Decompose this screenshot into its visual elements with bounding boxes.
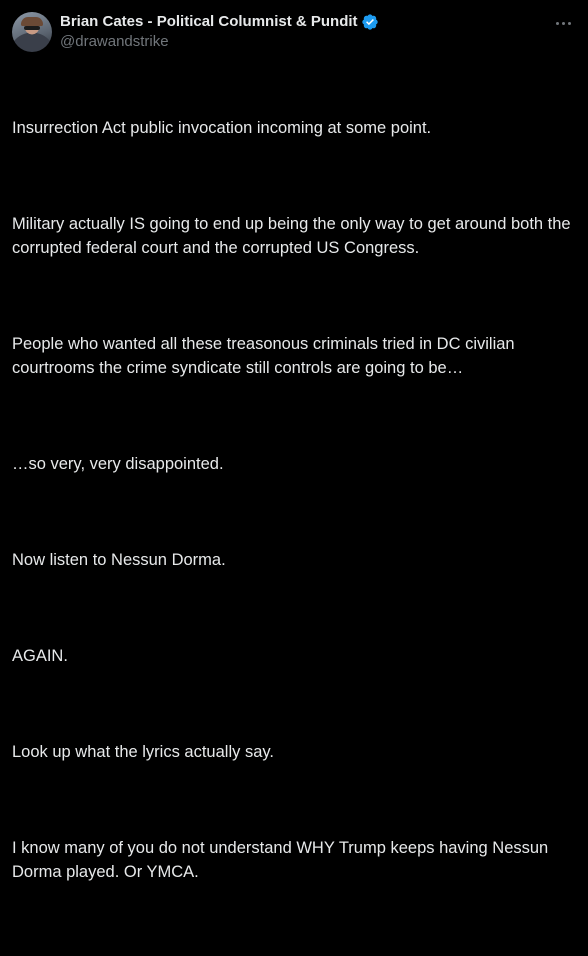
name-row: Brian Cates - Political Columnist & Pund… (60, 12, 379, 32)
more-dot-icon (555, 21, 559, 25)
tweet-paragraph: AGAIN. (12, 647, 68, 665)
tweet-card: Brian Cates - Political Columnist & Pund… (0, 0, 588, 881)
tweet-text: Insurrection Act public invocation incom… (12, 68, 584, 956)
tweet-paragraph: I know many of you do not understand WHY… (12, 839, 553, 881)
tweet-paragraph: Look up what the lyrics actually say. (12, 743, 274, 761)
verified-badge-icon[interactable] (361, 13, 379, 31)
tweet-paragraph: People who wanted all these treasonous c… (12, 335, 520, 377)
avatar-glasses-shape (24, 26, 40, 30)
tweet-header: Brian Cates - Political Columnist & Pund… (12, 12, 576, 54)
more-dot-icon (561, 21, 565, 25)
avatar-hat-shape (21, 17, 43, 26)
author-info: Brian Cates - Political Columnist & Pund… (60, 12, 379, 52)
tweet-paragraph: Insurrection Act public invocation incom… (12, 119, 432, 137)
tweet-paragraph: Military actually IS going to end up bei… (12, 215, 576, 257)
author-handle[interactable]: @drawandstrike (60, 32, 379, 52)
more-options-button[interactable] (552, 14, 574, 32)
tweet-paragraph: Now listen to Nessun Dorma. (12, 551, 226, 569)
tweet-paragraph: …so very, very disappointed. (12, 455, 224, 473)
author-display-name[interactable]: Brian Cates - Political Columnist & Pund… (60, 12, 358, 32)
more-dot-icon (567, 21, 571, 25)
avatar[interactable] (12, 12, 52, 52)
